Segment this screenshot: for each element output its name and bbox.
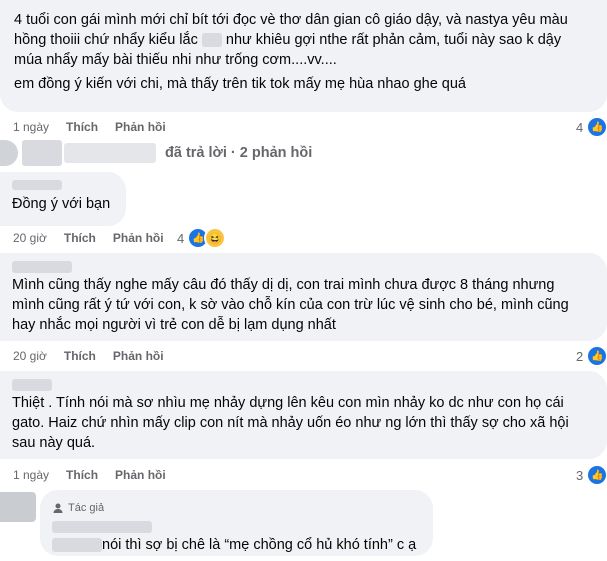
haha-icon: 😆 <box>204 227 227 249</box>
comment-4-line-1: Thiệt . Tính nói mà sơ nhìu mẹ nhảy dựng… <box>12 395 564 411</box>
comment-4-like-button[interactable]: Thích <box>66 468 98 482</box>
comment-bubble-4: Thiệt . Tính nói mà sơ nhìu mẹ nhảy dựng… <box>0 371 607 459</box>
comment-1-line-3: múa nhẩy mấy bài thiếu nhi như trống cơm… <box>14 52 337 68</box>
comment-4-actions: 1 ngày Thích Phản hồi <box>13 468 183 482</box>
comment-3-time[interactable]: 20 giờ <box>13 349 47 363</box>
comment-3-like-button[interactable]: Thích <box>64 349 96 363</box>
reaction-count: 2 <box>576 348 584 364</box>
like-icon: 👍 <box>586 116 607 138</box>
redacted-author <box>52 521 152 533</box>
comment-3-line-3: hay nhắc mọi người vì trẻ con dễ bị lạm … <box>12 317 336 333</box>
comment-bubble-2: Đồng ý với bạn <box>0 172 126 226</box>
comment-4-reply-button[interactable]: Phản hồi <box>115 468 166 482</box>
comment-1-line-1: 4 tuổi con gái mình mới chỉ bít tới đọc … <box>14 12 568 28</box>
reaction-count: 4 <box>576 119 584 135</box>
author-badge-label: Tác giả <box>68 502 105 514</box>
comment-2-actions: 20 giờ Thích Phản hồi <box>13 231 181 245</box>
comment-1-line-4: em đồng ý kiến với chi, mà thấy trên tik… <box>14 76 466 92</box>
redacted-author <box>12 261 72 273</box>
comment-2-reply-button[interactable]: Phản hồi <box>113 231 164 245</box>
redacted-author <box>12 180 62 190</box>
author-badge: Tác giả <box>52 498 421 518</box>
comment-bubble-3: Mình cũng thấy nghe mấy câu đó thấy dị d… <box>0 253 607 341</box>
comment-3-reactions[interactable]: 2 👍 <box>576 345 607 367</box>
comment-1-reply-button[interactable]: Phản hồi <box>115 120 166 134</box>
author-badge-icon <box>53 503 63 513</box>
redacted-name <box>64 143 156 163</box>
comment-1-like-button[interactable]: Thích <box>66 120 98 134</box>
view-replies-link[interactable]: đã trả lời · 2 phản hồi <box>165 145 312 161</box>
redacted-author <box>12 379 52 391</box>
comment-3-line-2: mình cũng rất ý tứ với con, k sờ vào chỗ… <box>12 297 569 313</box>
comment-4-line-2: gato. Haiz chứ nhìn mấy clip con nít mà … <box>12 415 569 431</box>
comment-2-reactions[interactable]: 4 👍 😆 <box>177 227 227 249</box>
comment-1-time[interactable]: 1 ngày <box>13 120 49 134</box>
comment-3-actions: 20 giờ Thích Phản hồi <box>13 349 181 363</box>
avatar[interactable] <box>0 492 36 522</box>
redacted-word <box>201 33 222 48</box>
comment-3-reply-button[interactable]: Phản hồi <box>113 349 164 363</box>
redacted-name <box>22 140 62 166</box>
comment-4-reactions[interactable]: 3 👍 <box>576 464 607 486</box>
comment-2-like-button[interactable]: Thích <box>64 231 96 245</box>
comment-2-text: Đồng ý với bạn <box>12 196 111 212</box>
comment-5-line: nói thì sợ bị chê là “mẹ chồng cổ hủ khó… <box>52 535 421 555</box>
comment-4-time[interactable]: 1 ngày <box>13 468 49 482</box>
redacted-word <box>52 538 102 553</box>
comment-bubble-5: Tác giả nói thì sợ bị chê là “mẹ chồng c… <box>40 490 433 556</box>
reaction-count: 4 <box>177 230 185 246</box>
comment-1-line-2: hồng thoiii chứ nhẩy kiểu lắc như khiêu … <box>14 32 562 48</box>
comment-5-text: nói thì sợ bị chê là “mẹ chồng cổ hủ khó… <box>102 537 417 553</box>
reaction-count: 3 <box>576 467 584 483</box>
avatar[interactable] <box>0 140 18 166</box>
comment-1-actions: 1 ngày Thích Phản hồi <box>13 120 183 134</box>
like-icon: 👍 <box>586 464 607 486</box>
comment-3-line-1: Mình cũng thấy nghe mấy câu đó thấy dị d… <box>12 277 555 293</box>
comment-bubble-1: 4 tuổi con gái mình mới chỉ bít tới đọc … <box>0 0 607 112</box>
comment-4-line-3: sau này quá. <box>12 435 96 451</box>
like-icon: 👍 <box>586 345 607 367</box>
comment-2-time[interactable]: 20 giờ <box>13 231 47 245</box>
comment-1-reactions[interactable]: 4 👍 <box>576 116 607 138</box>
